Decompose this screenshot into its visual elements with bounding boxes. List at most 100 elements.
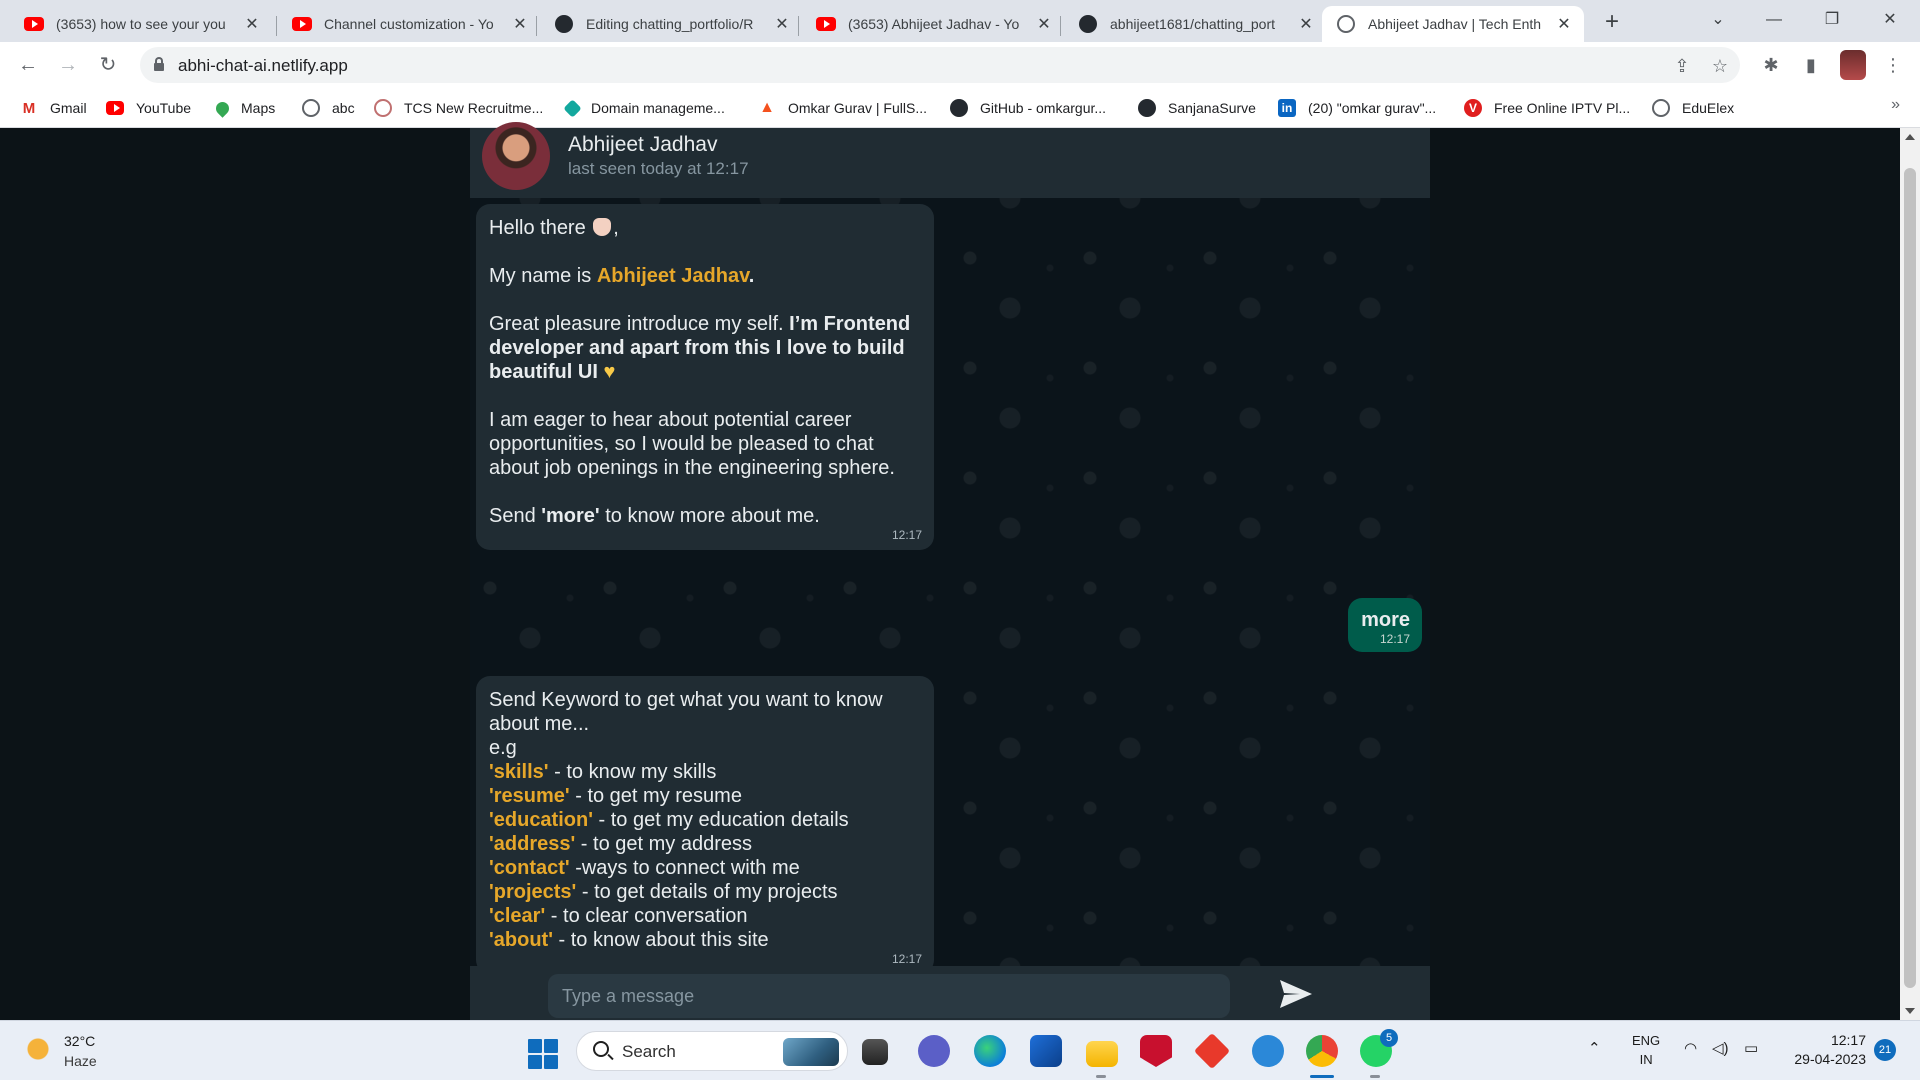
contact-status: last seen today at 12:17 <box>568 159 749 178</box>
weather-haze-icon[interactable] <box>24 1035 52 1063</box>
bookmark-label: Omkar Gurav | FullS... <box>788 100 927 116</box>
lock-icon[interactable] <box>154 57 164 71</box>
message-time: 12:17 <box>891 952 922 966</box>
close-tab-icon[interactable]: ✕ <box>772 14 792 34</box>
bookmark-omkar[interactable]: ▲ Omkar Gurav | FullS... <box>758 98 927 118</box>
show-hidden-icons[interactable]: ⌃ <box>1588 1039 1601 1057</box>
chrome-icon[interactable] <box>1306 1035 1338 1067</box>
bookmark-github[interactable]: GitHub - omkargur... <box>950 98 1106 118</box>
windows-start-icon[interactable] <box>528 1039 558 1069</box>
close-window-icon[interactable]: ✕ <box>1862 0 1918 42</box>
message-input[interactable] <box>548 974 1230 1018</box>
bookmark-iptv[interactable]: V Free Online IPTV Pl... <box>1464 98 1630 118</box>
youtube-icon <box>292 14 312 34</box>
taskbar-search[interactable]: Search <box>576 1031 848 1071</box>
tab-0[interactable]: (3653) how to see your you ✕ <box>10 6 272 42</box>
bookmark-star-icon[interactable]: ☆ <box>1708 54 1732 78</box>
keyword-line-resume: 'resume' - to get my resume <box>489 784 922 808</box>
keyword-desc: - to know my skills <box>548 761 717 783</box>
share-icon[interactable]: ⇪ <box>1670 54 1694 78</box>
keyword: 'education' <box>489 809 593 831</box>
new-tab-button[interactable]: + <box>1598 8 1626 36</box>
edge-icon[interactable] <box>974 1035 1006 1067</box>
address-bar[interactable]: abhi-chat-ai.netlify.app ⇪ ☆ <box>140 47 1740 83</box>
language-indicator[interactable]: ENG IN <box>1632 1031 1660 1069</box>
avatar[interactable] <box>482 122 550 190</box>
bookmark-eduelex[interactable]: EduElex <box>1652 98 1734 118</box>
close-tab-icon[interactable]: ✕ <box>1034 14 1054 34</box>
keyword-desc: - to get my education details <box>592 809 849 831</box>
keyword-line-projects: 'projects' - to get details of my projec… <box>489 880 922 904</box>
name-prefix: My name is <box>489 265 597 287</box>
bookmark-sanjana[interactable]: SanjanaSurve <box>1138 98 1256 118</box>
keywords-intro: Send Keyword to get what you want to kno… <box>489 689 883 735</box>
bookmark-label: (20) "omkar gurav"... <box>1308 100 1437 116</box>
send-icon[interactable] <box>1278 978 1314 1010</box>
mcafee-icon[interactable] <box>1140 1035 1172 1067</box>
wifi-icon[interactable]: ◠ <box>1684 1039 1697 1057</box>
reload-icon[interactable]: ↻ <box>92 49 124 81</box>
task-view-icon[interactable] <box>862 1039 888 1065</box>
message-outgoing-more: more 12:17 <box>1348 598 1422 652</box>
scroll-down-icon[interactable] <box>1905 1008 1915 1014</box>
tab-5-active[interactable]: Abhijeet Jadhav | Tech Enth ✕ <box>1322 6 1584 42</box>
bookmark-domain[interactable]: Domain manageme... <box>563 98 725 118</box>
notification-count[interactable]: 21 <box>1874 1039 1896 1061</box>
back-icon[interactable]: ← <box>12 49 44 81</box>
chat-window: Abhijeet Jadhav last seen today at 12:17… <box>470 122 1430 1020</box>
tab-2[interactable]: Editing chatting_portfolio/R ✕ <box>540 6 802 42</box>
taskbar-clock[interactable]: 12:17 29-04-2023 <box>1780 1031 1866 1069</box>
teams-chat-icon[interactable] <box>918 1035 950 1067</box>
tab-1[interactable]: Channel customization - Yo ✕ <box>278 6 540 42</box>
contact-name: Abhijeet Jadhav <box>568 133 718 156</box>
volume-icon[interactable]: ◁) <box>1712 1039 1729 1057</box>
keyword: 'projects' <box>489 881 577 903</box>
clock-date: 29-04-2023 <box>1794 1051 1866 1067</box>
extensions-icon[interactable]: ✱ <box>1756 50 1786 80</box>
language-code: ENG <box>1632 1033 1661 1048</box>
bookmark-tcs[interactable]: TCS New Recruitme... <box>374 98 543 118</box>
close-tab-icon[interactable]: ✕ <box>1296 14 1316 34</box>
restore-icon[interactable]: ❐ <box>1804 0 1860 42</box>
scroll-up-icon[interactable] <box>1905 134 1915 140</box>
bookmark-maps[interactable]: Maps <box>213 98 276 118</box>
forward-icon[interactable]: → <box>52 49 84 81</box>
weather-temperature[interactable]: 32°C <box>64 1033 95 1049</box>
weather-app-icon[interactable] <box>1252 1035 1284 1067</box>
tab-search-icon[interactable]: ⌄ <box>1690 0 1746 42</box>
tab-title: Abhijeet Jadhav | Tech Enth <box>1368 16 1542 32</box>
tab-4[interactable]: abhijeet1681/chatting_port ✕ <box>1064 6 1326 42</box>
youtube-icon <box>106 99 124 117</box>
close-tab-icon[interactable]: ✕ <box>242 14 262 34</box>
bookmark-gmail[interactable]: M Gmail <box>20 98 87 118</box>
page-scrollbar[interactable] <box>1900 128 1920 1020</box>
battery-icon[interactable]: ▭ <box>1744 1039 1758 1057</box>
whatsapp-icon[interactable]: 5 <box>1360 1029 1398 1067</box>
keyword-line-address: 'address' - to get my address <box>489 832 922 856</box>
keyword-line-education: 'education' - to get my education detail… <box>489 808 922 832</box>
bookmark-abc[interactable]: abc <box>302 98 355 118</box>
message-time: 12:17 <box>891 528 922 542</box>
close-tab-icon[interactable]: ✕ <box>510 14 530 34</box>
side-panel-icon[interactable]: ▮ <box>1796 50 1826 80</box>
menu-icon[interactable]: ⋮ <box>1878 50 1908 80</box>
bookmark-label: YouTube <box>136 100 192 116</box>
git-icon[interactable] <box>1193 1032 1231 1070</box>
domain-icon <box>563 98 582 118</box>
scrollbar-thumb[interactable] <box>1904 168 1916 988</box>
explorer-running-indicator <box>1096 1075 1106 1078</box>
minimize-icon[interactable]: — <box>1746 0 1802 42</box>
profile-avatar[interactable] <box>1840 50 1866 80</box>
store-icon[interactable] <box>1030 1035 1062 1067</box>
tab-3[interactable]: (3653) Abhijeet Jadhav - Yo ✕ <box>802 6 1064 42</box>
bookmarks-overflow-icon[interactable]: » <box>1891 96 1900 114</box>
bookmark-label: Maps <box>241 100 276 116</box>
bookmark-linkedin[interactable]: in (20) "omkar gurav"... <box>1278 98 1436 118</box>
close-tab-icon[interactable]: ✕ <box>1554 14 1574 34</box>
bookmark-youtube[interactable]: YouTube <box>106 98 191 118</box>
name-suffix: . <box>748 265 755 287</box>
v-icon: V <box>1464 99 1482 117</box>
weather-condition[interactable]: Haze <box>64 1053 97 1069</box>
region-code: IN <box>1639 1052 1653 1067</box>
file-explorer-icon[interactable] <box>1086 1041 1118 1067</box>
